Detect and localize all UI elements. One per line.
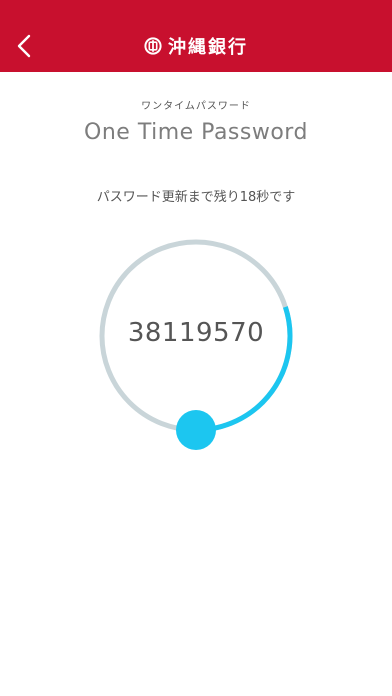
page-title: One Time Password [84, 120, 308, 145]
app-header: 沖縄銀行 [0, 0, 392, 72]
page-subtitle: ワンタイムパスワード [141, 101, 251, 112]
ring-knob [176, 410, 216, 450]
bank-logo-icon [144, 37, 162, 55]
otp-code: 38119570 [127, 318, 265, 348]
bank-name: 沖縄銀行 [168, 37, 248, 58]
countdown-text: パスワード更新まで残り18秒です [96, 190, 296, 205]
bank-brand: 沖縄銀行 [0, 32, 392, 60]
